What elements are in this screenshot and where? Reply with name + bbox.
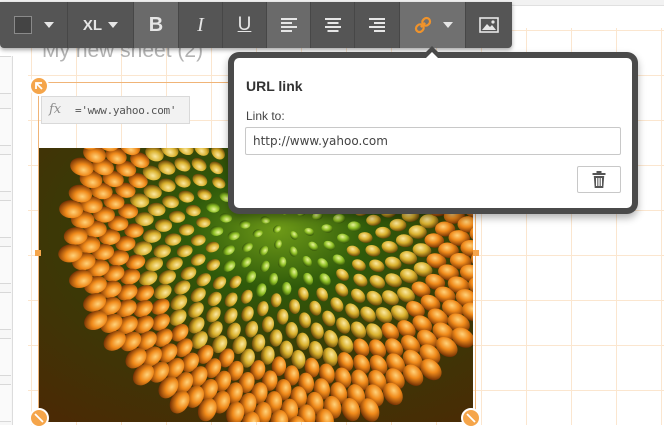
arrow-diagonal-icon bbox=[463, 410, 479, 426]
arrow-diagonal-icon bbox=[31, 410, 47, 426]
font-size-button[interactable]: XL bbox=[68, 2, 134, 48]
underline-icon: U bbox=[238, 14, 252, 36]
text-format-toolbar: XL B I U bbox=[0, 2, 512, 48]
chevron-down-icon bbox=[443, 22, 453, 28]
left-panel-item[interactable] bbox=[0, 200, 11, 238]
resize-handle-top-left[interactable] bbox=[29, 76, 49, 96]
arrow-up-left-icon bbox=[31, 78, 47, 94]
left-panel-item[interactable] bbox=[0, 108, 11, 146]
bold-button[interactable]: B bbox=[134, 2, 179, 48]
link-url-input[interactable] bbox=[245, 127, 621, 155]
italic-icon: I bbox=[197, 14, 204, 37]
left-panel-item[interactable] bbox=[0, 56, 11, 94]
link-button[interactable] bbox=[400, 2, 466, 48]
chevron-down-icon bbox=[108, 22, 118, 28]
insert-image-button[interactable] bbox=[466, 2, 512, 48]
font-color-button[interactable] bbox=[0, 2, 68, 48]
image-icon bbox=[479, 17, 499, 33]
link-icon bbox=[413, 15, 433, 35]
left-panel-item[interactable] bbox=[0, 384, 11, 422]
align-center-icon bbox=[324, 17, 342, 33]
align-right-button[interactable] bbox=[355, 2, 400, 48]
popover-arrow-inner bbox=[423, 52, 441, 61]
link-to-label: Link to: bbox=[246, 109, 285, 123]
italic-button[interactable]: I bbox=[179, 2, 223, 48]
formula-expression-box[interactable]: fx ='www.yahoo.com' bbox=[41, 96, 190, 124]
fx-icon: fx bbox=[49, 102, 61, 117]
resize-handle-bottom-left[interactable] bbox=[29, 408, 49, 428]
chevron-down-icon bbox=[44, 22, 54, 28]
trash-icon bbox=[592, 171, 606, 188]
resize-handle-left[interactable] bbox=[35, 250, 41, 256]
align-center-button[interactable] bbox=[311, 2, 355, 48]
formula-expression: ='www.yahoo.com' bbox=[75, 104, 176, 117]
resize-handle-right[interactable] bbox=[473, 250, 479, 256]
popover-title: URL link bbox=[246, 78, 303, 94]
align-right-icon bbox=[368, 17, 386, 33]
left-panel-item[interactable] bbox=[0, 246, 11, 284]
left-panel-item[interactable] bbox=[0, 292, 11, 330]
align-left-button[interactable] bbox=[267, 2, 311, 48]
left-panel-item[interactable] bbox=[0, 338, 11, 376]
delete-link-button[interactable] bbox=[577, 166, 621, 193]
underline-button[interactable]: U bbox=[223, 2, 267, 48]
left-panel bbox=[0, 56, 13, 425]
color-swatch-icon bbox=[14, 16, 32, 34]
left-panel-item[interactable] bbox=[0, 154, 11, 192]
bold-icon: B bbox=[149, 14, 163, 37]
resize-handle-bottom-right[interactable] bbox=[461, 408, 481, 428]
url-link-popover: URL link Link to: bbox=[234, 58, 632, 208]
font-size-label: XL bbox=[83, 17, 102, 34]
align-left-icon bbox=[280, 17, 298, 33]
